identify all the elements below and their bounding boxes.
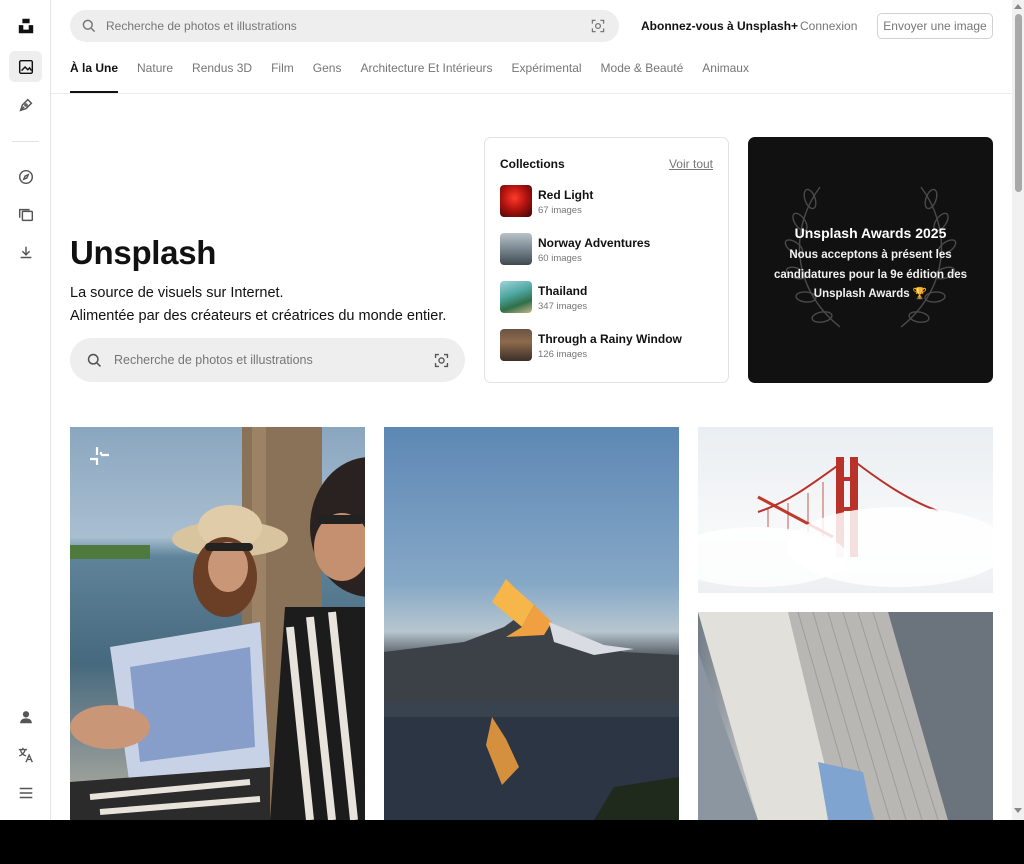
collection-name: Red Light xyxy=(538,188,594,202)
photo-women-by-water[interactable] xyxy=(70,427,365,820)
rail-language-icon[interactable] xyxy=(9,739,42,770)
left-rail xyxy=(0,0,51,820)
visual-search-icon[interactable] xyxy=(590,18,606,34)
photo-illustration xyxy=(698,612,993,820)
tab-animals[interactable]: Animaux xyxy=(702,60,749,93)
pen-nib-icon xyxy=(18,98,32,112)
collection-thumbnail xyxy=(500,185,532,217)
upload-image-button[interactable]: Envoyer une image xyxy=(877,13,993,39)
compass-icon xyxy=(18,169,33,184)
collection-count: 126 images xyxy=(538,349,588,360)
collection-thumbnail xyxy=(500,281,532,313)
photo-golden-gate-fog[interactable] xyxy=(698,427,993,593)
bottom-black-bar xyxy=(0,820,1024,864)
rail-download-icon[interactable] xyxy=(9,237,42,268)
tab-3d-renders[interactable]: Rendus 3D xyxy=(192,60,252,93)
login-link[interactable]: Connexion xyxy=(800,19,857,33)
tab-fashion[interactable]: Mode & Beauté xyxy=(601,60,684,93)
rail-photos-icon[interactable] xyxy=(9,51,42,82)
photo-illustration xyxy=(384,579,679,820)
search-icon[interactable] xyxy=(81,18,97,34)
collections-title: Collections xyxy=(500,157,565,171)
see-all-link[interactable]: Voir tout xyxy=(669,157,713,171)
awards-title: Unsplash Awards 2025 xyxy=(794,225,947,241)
browser-viewport: Abonnez-vous à Unsplash+ Connexion Envoy… xyxy=(0,0,1024,820)
unsplash-logo-icon[interactable] xyxy=(9,10,42,41)
hero-search-input[interactable] xyxy=(114,353,433,367)
awards-description: Nous acceptons à présent les candidature… xyxy=(774,249,967,300)
collection-count: 60 images xyxy=(538,253,582,264)
category-tabs: À la Une Nature Rendus 3D Film Gens Arch… xyxy=(70,60,768,94)
visual-search-icon[interactable] xyxy=(433,352,450,369)
hero-subtitle: La source de visuels sur Internet. Alime… xyxy=(70,282,446,328)
collection-item[interactable]: Red Light 67 images xyxy=(500,185,715,219)
awards-card[interactable]: Unsplash Awards 2025 Nous acceptons à pr… xyxy=(748,137,993,383)
scroll-up-arrow-icon[interactable] xyxy=(1014,4,1022,9)
tab-people[interactable]: Gens xyxy=(313,60,342,93)
photo-matterhorn[interactable] xyxy=(384,427,679,820)
rail-divider xyxy=(12,141,39,142)
collection-name: Norway Adventures xyxy=(538,236,651,250)
download-icon xyxy=(20,246,31,258)
hero-line-2: Alimentée par des créateurs et créatrice… xyxy=(70,308,447,324)
rail-account-icon[interactable] xyxy=(9,701,42,732)
collection-name: Through a Rainy Window xyxy=(538,332,682,346)
tab-architecture[interactable]: Architecture Et Intérieurs xyxy=(360,60,492,93)
hero-search-bar[interactable] xyxy=(70,338,465,382)
collection-thumbnail xyxy=(500,329,532,361)
hamburger-menu-icon xyxy=(19,787,32,798)
unsplash-plus-icon xyxy=(86,443,112,469)
image-icon xyxy=(18,59,33,74)
collection-item[interactable]: Norway Adventures 60 images xyxy=(500,233,715,267)
header-search-bar[interactable] xyxy=(70,10,619,42)
collection-count: 67 images xyxy=(538,205,582,216)
scrollbar-thumb[interactable] xyxy=(1015,14,1022,192)
unsplash-logo-icon-svg xyxy=(18,18,33,33)
collection-name: Thailand xyxy=(538,284,588,298)
photo-illustration xyxy=(70,427,365,820)
hero-title: Unsplash xyxy=(70,234,217,271)
photo-architecture[interactable] xyxy=(698,612,993,820)
rail-menu-icon[interactable] xyxy=(9,777,42,808)
tab-film[interactable]: Film xyxy=(271,60,294,93)
scroll-down-arrow-icon[interactable] xyxy=(1014,808,1022,813)
collections-card: Collections Voir tout Red Light 67 image… xyxy=(484,137,729,383)
hero-line-1: La source de visuels sur Internet. xyxy=(70,285,284,301)
collections-icon xyxy=(18,208,33,221)
rail-explore-icon[interactable] xyxy=(9,161,42,192)
translate-icon xyxy=(18,747,33,762)
rail-collections-icon[interactable] xyxy=(9,199,42,230)
tab-experimental[interactable]: Expérimental xyxy=(512,60,582,93)
subscribe-link[interactable]: Abonnez-vous à Unsplash+ xyxy=(641,19,798,33)
photo-illustration xyxy=(698,457,993,587)
collection-thumbnail xyxy=(500,233,532,265)
search-icon[interactable] xyxy=(86,352,103,369)
user-icon xyxy=(19,710,32,723)
tab-featured[interactable]: À la Une xyxy=(70,60,119,93)
tab-nature[interactable]: Nature xyxy=(137,60,173,93)
collection-count: 347 images xyxy=(538,301,588,312)
top-header: Abonnez-vous à Unsplash+ Connexion Envoy… xyxy=(51,0,1012,94)
collection-item[interactable]: Thailand 347 images xyxy=(500,281,715,315)
rail-illustrations-icon[interactable] xyxy=(9,89,42,120)
page-scrollbar[interactable] xyxy=(1012,0,1024,820)
header-search-input[interactable] xyxy=(106,19,590,33)
collection-item[interactable]: Through a Rainy Window 126 images xyxy=(500,329,715,363)
